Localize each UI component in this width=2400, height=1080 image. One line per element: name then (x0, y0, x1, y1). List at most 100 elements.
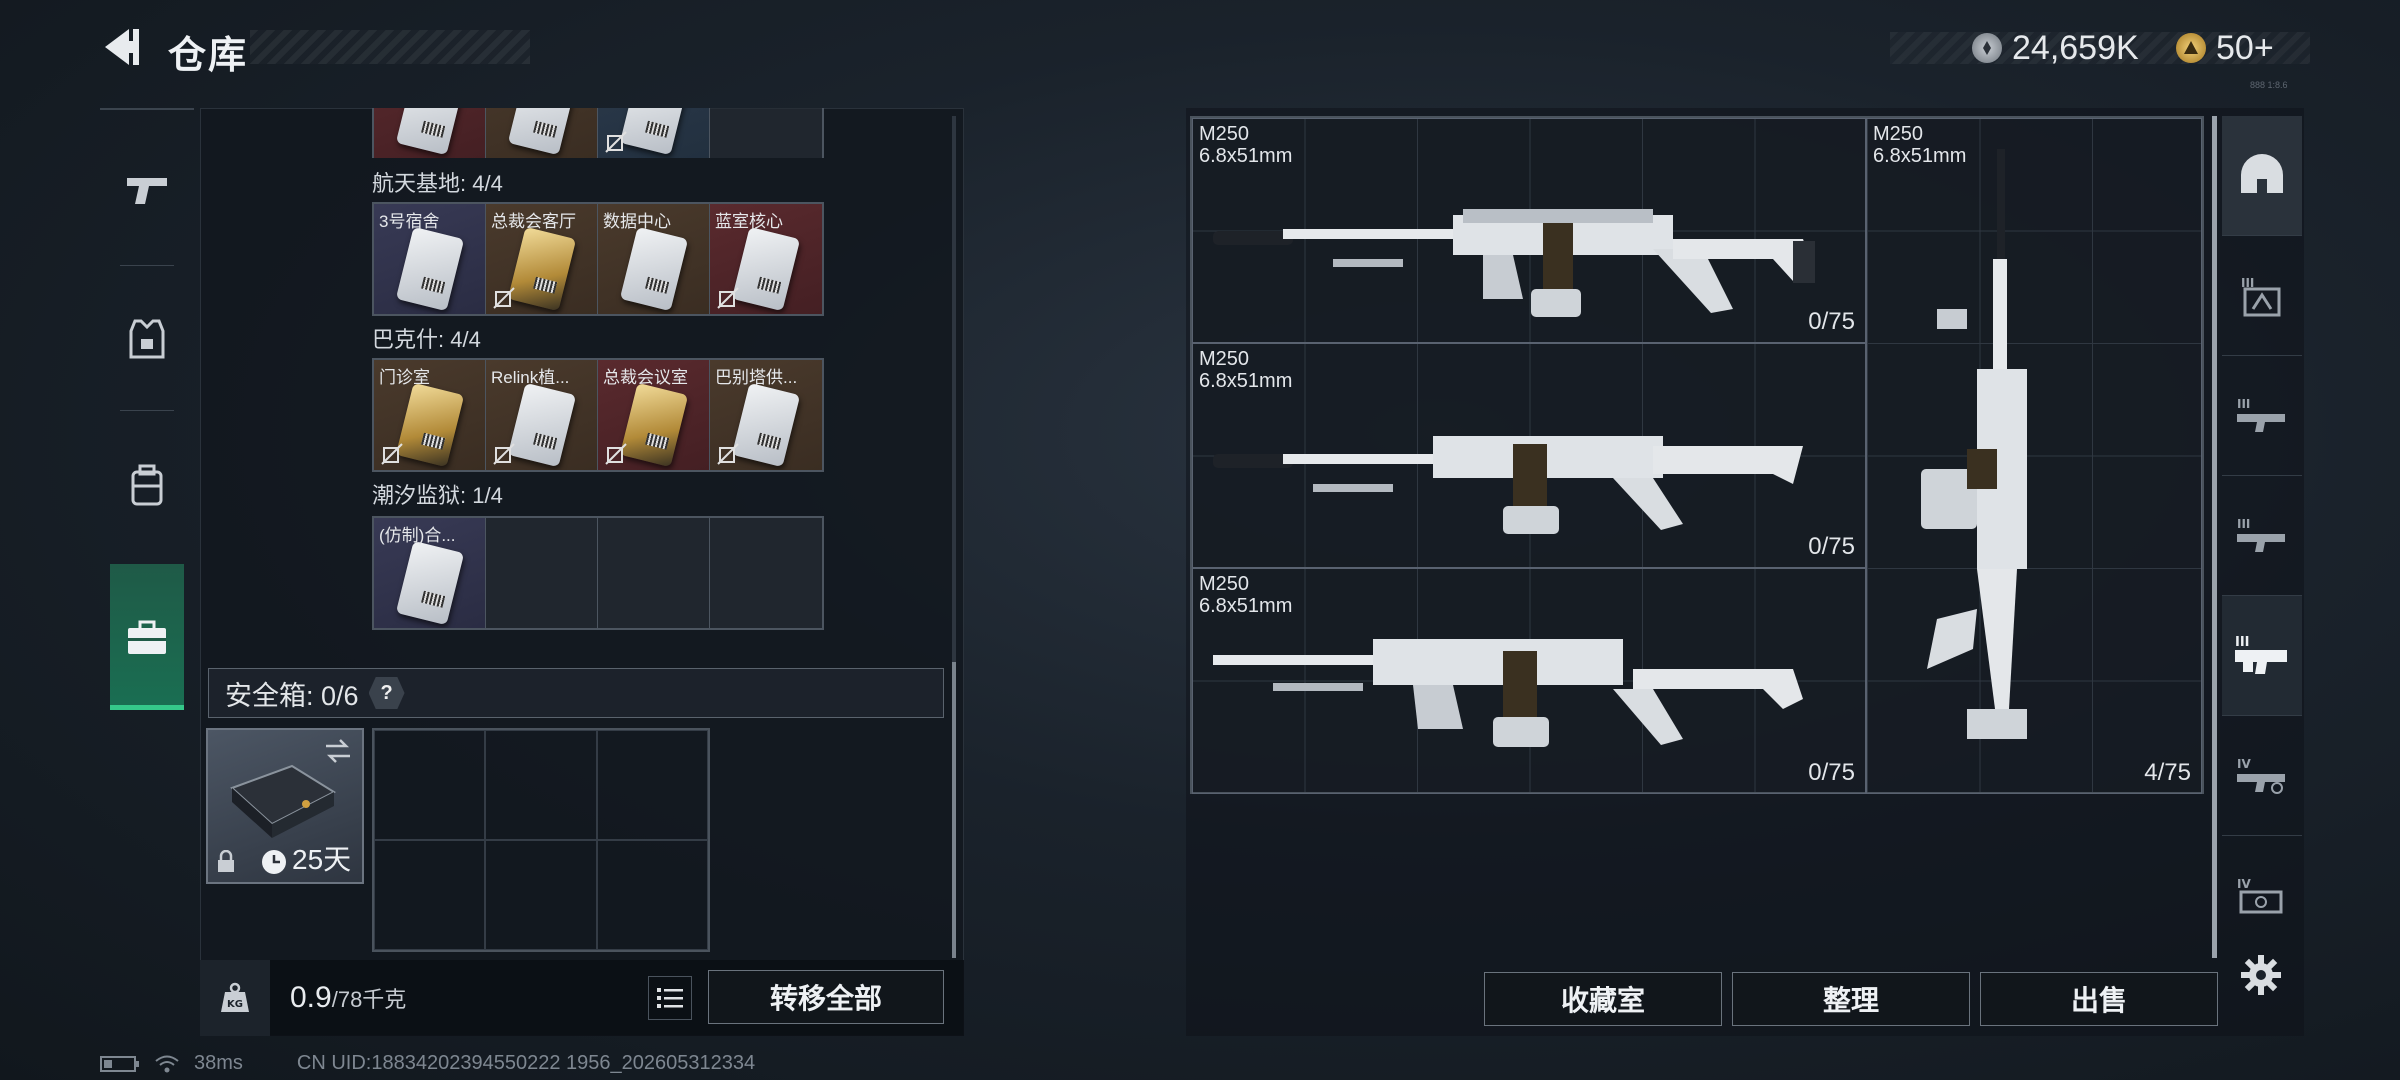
page-title: 仓库 (168, 35, 249, 77)
uid-readout: CN UID:18834202394550222 1956_2026053123… (296, 1052, 756, 1074)
ping-readout: 38ms (194, 1052, 243, 1074)
safe-slot[interactable] (374, 840, 486, 950)
safe-slot[interactable] (485, 840, 597, 950)
transfer-all-button[interactable]: 转移全部 (708, 970, 944, 1024)
tiny-tag: 888 1:8.6 (2250, 80, 2288, 90)
no-trade-icon (605, 131, 627, 153)
weapon-slot[interactable]: M250 6.8x51mm 4/75 (1866, 118, 2202, 794)
weapon-grid: M250 6.8x51mm 0/75 M250 6.8x51mm 0/75 M2… (1190, 116, 2204, 794)
collection-room-button[interactable]: 收藏室 (1484, 972, 1722, 1026)
swap-icon[interactable] (322, 738, 354, 764)
keycard-slot[interactable]: 3号宿舍 (374, 204, 486, 314)
right-filter-nav: III III III III IV IV (2222, 116, 2302, 1016)
keycard-slot[interactable]: (仿制)合... (374, 518, 486, 628)
currency-secondary[interactable]: 50+ (2176, 28, 2274, 67)
keycard-slot[interactable]: 总裁会议室 (598, 360, 710, 470)
rifle-tier-icon: IV (2237, 757, 2285, 794)
filter-tier4-b[interactable]: IV (2222, 836, 2302, 956)
weight-max: /78千克 (331, 987, 407, 1012)
currency-primary[interactable]: 24,659K (1972, 28, 2139, 67)
safe-slot[interactable] (596, 840, 708, 950)
filter-all[interactable] (2222, 116, 2302, 236)
keycard-slot[interactable]: 蓝室核心 (710, 204, 822, 314)
filter-tier3-a[interactable]: III (2222, 236, 2302, 356)
keycard-name: (仿制)合... (379, 526, 456, 545)
svg-text:III: III (2237, 397, 2250, 411)
keycard-name: Relink植... (491, 368, 570, 387)
nav-case[interactable] (100, 568, 194, 708)
safe-case-slot[interactable]: 25天 (206, 728, 364, 884)
filter-tier3-d-active[interactable]: III (2222, 596, 2302, 716)
clock-icon (262, 850, 286, 874)
m250-rifle-icon (1213, 639, 1803, 747)
keycard-slot-empty[interactable] (486, 518, 598, 628)
keycard-slot[interactable] (374, 108, 486, 158)
left-nav (100, 108, 194, 710)
keycard-slot[interactable]: 数据中心 (598, 204, 710, 314)
coin-silver-icon (1972, 33, 2002, 63)
wifi-icon (155, 1055, 179, 1072)
keycard-name: 3号宿舍 (379, 212, 440, 231)
no-trade-icon (493, 287, 515, 309)
no-trade-icon (605, 443, 627, 465)
keycard-name: 总裁会客厅 (491, 212, 576, 231)
nav-backpack[interactable] (100, 415, 194, 555)
no-trade-icon (717, 287, 739, 309)
keycard-slot[interactable] (598, 108, 710, 158)
keycard-slot[interactable]: 总裁会客厅 (486, 204, 598, 314)
svg-text:IV: IV (2237, 757, 2251, 771)
safe-slot[interactable] (596, 730, 708, 840)
back-arrow-icon (105, 29, 139, 65)
ammo-count: 0/75 (1808, 759, 1855, 786)
weapon-slot[interactable]: M250 6.8x51mm 0/75 (1192, 118, 1866, 343)
pistol-icon (127, 178, 167, 204)
gear-tier-icon: III (2241, 276, 2281, 316)
weapon-slot[interactable]: M250 6.8x51mm 0/75 (1192, 568, 1866, 794)
inventory-scroll-thumb[interactable] (952, 662, 956, 958)
helmet-icon (2241, 153, 2283, 193)
list-view-button[interactable] (648, 976, 692, 1020)
currency-primary-value: 24,659K (2012, 28, 2139, 67)
nav-weapons[interactable] (100, 120, 194, 260)
keycard-slot[interactable] (486, 108, 598, 158)
filter-tier3-c[interactable]: III (2222, 476, 2302, 596)
keycard-slot-empty[interactable] (598, 518, 710, 628)
safe-slot[interactable] (485, 730, 597, 840)
keycard-slot[interactable]: 巴别塔供... (710, 360, 822, 470)
safe-box-title: 安全箱: 0/6 (225, 680, 359, 711)
weapon-slot[interactable]: M250 6.8x51mm 0/75 (1192, 343, 1866, 568)
filter-tier3-b[interactable]: III (2222, 356, 2302, 476)
back-button[interactable] (96, 22, 146, 72)
safe-box-grid[interactable] (372, 728, 710, 952)
m250-rifle-vertical-icon (1921, 149, 2027, 739)
svg-text:III: III (2237, 517, 2250, 531)
currency-secondary-value: 50+ (2216, 28, 2274, 67)
keycard-slot[interactable]: Relink植... (486, 360, 598, 470)
ammo-count: 0/75 (1808, 533, 1855, 560)
keycard-row: 3号宿舍 总裁会客厅 数据中心 蓝室核心 (372, 202, 824, 316)
keycard-row: 门诊室 Relink植... 总裁会议室 巴别塔供... (372, 358, 824, 472)
keycard-name: 巴别塔供... (715, 368, 798, 387)
keycard-slot-empty[interactable] (710, 518, 822, 628)
settings-button[interactable] (2236, 950, 2286, 1000)
weight-readout: 0.9/78千克 (290, 981, 406, 1015)
keycard-slot[interactable]: 门诊室 (374, 360, 486, 470)
help-button[interactable]: ? (368, 677, 405, 709)
keycard-row: (仿制)合... (372, 516, 824, 630)
sell-button[interactable]: 出售 (1980, 972, 2218, 1026)
rifle-tier-icon: III (2237, 397, 2285, 432)
ammo-box-tier-icon: IV (2237, 877, 2283, 914)
section-label: 航天基地: 4/4 (372, 171, 503, 196)
safe-case-icon (230, 764, 337, 838)
safe-slot[interactable] (374, 730, 486, 840)
sort-button[interactable]: 整理 (1732, 972, 1970, 1026)
nav-armor[interactable] (100, 270, 194, 410)
svg-text:IV: IV (2237, 877, 2251, 891)
weight-current: 0.9 (290, 981, 332, 1014)
weapon-scroll-thumb[interactable] (2212, 116, 2217, 958)
coin-gold-icon (2176, 33, 2206, 63)
filter-tier4-a[interactable]: IV (2222, 716, 2302, 836)
keycard-slot-empty[interactable] (710, 108, 822, 158)
keycard-section-0 (372, 108, 824, 158)
keycard-name: 总裁会议室 (603, 368, 688, 387)
